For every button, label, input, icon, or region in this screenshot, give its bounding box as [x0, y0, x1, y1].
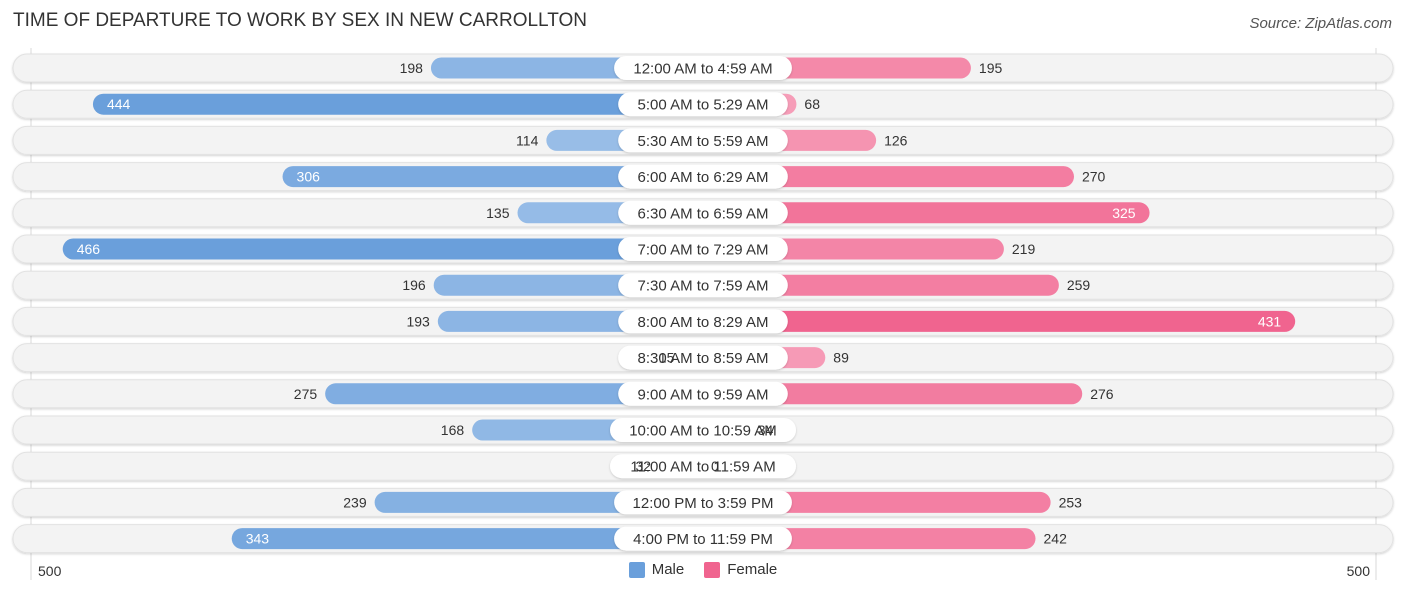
- chart-row: 12:00 AM to 4:59 AM 198 195: [12, 53, 1394, 83]
- female-value-label: 259: [1067, 277, 1091, 293]
- female-value-label: 126: [884, 132, 908, 148]
- legend-swatch-female: [704, 561, 721, 578]
- male-bar: [62, 238, 703, 260]
- female-value-label: 34: [758, 422, 774, 438]
- category-label: 11:00 AM to 11:59 AM: [630, 459, 775, 476]
- chart-row: 10:00 AM to 10:59 AM 168 34: [12, 415, 1394, 445]
- chart-row: 7:30 AM to 7:59 AM 196 259: [12, 270, 1394, 300]
- male-value-label: 196: [402, 277, 426, 293]
- female-value-label: 195: [979, 60, 1003, 76]
- category-label: 9:00 AM to 9:59 AM: [638, 386, 769, 403]
- female-value-label: 242: [1044, 531, 1068, 547]
- legend-label-female: Female: [727, 561, 778, 578]
- female-value-label: 276: [1090, 386, 1114, 402]
- category-label: 5:00 AM to 5:29 AM: [638, 97, 769, 114]
- category-label: 8:00 AM to 8:29 AM: [638, 314, 769, 331]
- male-value-label: 15: [659, 350, 675, 366]
- female-value-label: 89: [833, 350, 849, 366]
- category-label: 6:00 AM to 6:29 AM: [638, 169, 769, 186]
- male-value-label: 193: [406, 313, 430, 329]
- chart-row: 12:00 PM to 3:59 PM 239 253: [12, 487, 1394, 517]
- legend-item-female[interactable]: Female: [704, 561, 777, 578]
- category-label: 7:00 AM to 7:29 AM: [638, 242, 769, 259]
- category-label: 12:00 PM to 3:59 PM: [633, 495, 774, 512]
- male-value-label: 239: [343, 494, 367, 510]
- male-value-label: 275: [294, 386, 318, 402]
- legend-swatch-male: [628, 561, 645, 578]
- female-value-label: 219: [1012, 241, 1036, 257]
- male-value-label: 135: [486, 205, 510, 221]
- chart-row: 5:30 AM to 5:59 AM 114 126: [12, 125, 1394, 155]
- male-value-label: 343: [246, 531, 270, 547]
- male-value-label: 114: [516, 132, 539, 148]
- category-label: 12:00 AM to 4:59 AM: [633, 61, 772, 78]
- female-value-label: 431: [1258, 313, 1282, 329]
- male-value-label: 466: [77, 241, 101, 257]
- female-value-label: 0: [711, 458, 719, 474]
- chart-row: 4:00 PM to 11:59 PM 343 242: [12, 524, 1394, 554]
- female-bar: [703, 310, 1296, 332]
- female-value-label: 270: [1082, 169, 1106, 185]
- chart-row: 9:00 AM to 9:59 AM 275 276: [12, 379, 1394, 409]
- female-value-label: 253: [1059, 494, 1083, 510]
- male-bar: [92, 93, 704, 115]
- chart-row: 8:30 AM to 8:59 AM15 89: [12, 343, 1394, 373]
- chart-row: 8:00 AM to 8:29 AM 193 431: [12, 306, 1394, 336]
- category-label: 10:00 AM to 10:59 AM: [629, 423, 777, 440]
- male-value-label: 32: [635, 458, 651, 474]
- legend-item-male[interactable]: Male: [628, 561, 685, 578]
- male-value-label: 168: [441, 422, 465, 438]
- male-value-label: 306: [297, 169, 321, 185]
- category-label: 5:30 AM to 5:59 AM: [638, 133, 769, 150]
- chart-row: 7:00 AM to 7:29 AM 466 219: [12, 234, 1394, 264]
- chart-canvas: 12:00 AM to 4:59 AM 198 195 5:00 AM to 5:29…: [12, 48, 1394, 580]
- category-label: 7:30 AM to 7:59 AM: [638, 278, 769, 295]
- female-value-label: 68: [804, 96, 820, 112]
- male-value-label: 444: [107, 96, 131, 112]
- chart-row: 6:00 AM to 6:29 AM 306 270: [12, 162, 1394, 192]
- female-value-label: 325: [1112, 205, 1136, 221]
- category-label: 8:30 AM to 8:59 AM: [638, 350, 769, 367]
- chart-row: 6:30 AM to 6:59 AM 135 325: [12, 198, 1394, 228]
- category-label: 4:00 PM to 11:59 PM: [633, 531, 773, 548]
- chart-row: 11:00 AM to 11:59 AM32 0: [12, 451, 1394, 481]
- chart-row: 5:00 AM to 5:29 AM 444 68: [12, 89, 1394, 119]
- legend-label-male: Male: [651, 561, 685, 578]
- male-value-label: 198: [400, 60, 424, 76]
- legend: Male Female: [0, 561, 1406, 578]
- category-label: 6:30 AM to 6:59 AM: [638, 205, 769, 222]
